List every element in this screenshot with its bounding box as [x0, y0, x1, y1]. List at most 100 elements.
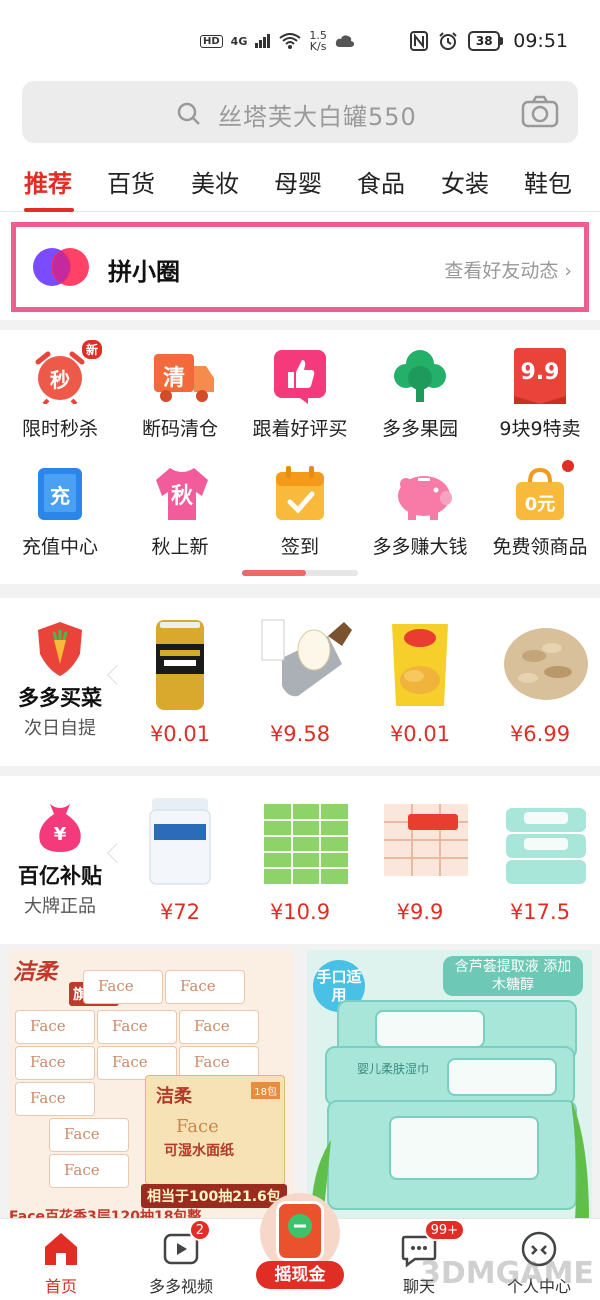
alarm-icon	[439, 32, 457, 50]
money-bag-icon: ¥	[39, 804, 81, 852]
tab-mother-baby[interactable]: 母婴	[274, 164, 322, 199]
tab-womens-clothing[interactable]: 女装	[441, 164, 489, 199]
grid-item-label: 多多果园	[381, 418, 458, 440]
tab-beauty[interactable]: 美妆	[191, 164, 239, 199]
svg-text:¥: ¥	[54, 824, 67, 845]
product-price: ¥9.58	[269, 722, 331, 746]
product-card[interactable]: ¥17.5	[480, 794, 600, 924]
tab-recommend[interactable]: 推荐	[24, 164, 72, 199]
carrot-shield-icon	[38, 622, 82, 676]
product-card[interactable]: ¥9.58	[240, 616, 360, 746]
grid-item-label: 多多赚大钱	[372, 536, 468, 558]
thumbs-up-icon	[274, 350, 326, 404]
network-indicator: 4G	[230, 34, 248, 48]
grid-item-clearance[interactable]: 清 断码清仓	[120, 348, 240, 441]
product-card[interactable]: ¥72	[120, 794, 240, 924]
grocery-header[interactable]: 多多买菜 次日自提	[0, 598, 120, 766]
banner-headline: 含芦荟提取液 添加木糖醇	[443, 956, 583, 996]
baby-wipes-image	[506, 808, 586, 884]
grocery-section[interactable]: 多多买菜 次日自提 ¥0.01 ¥9.58 ¥0.01 ¥6.99	[0, 598, 600, 766]
grid-item-follow-reviews[interactable]: 跟着好评买	[240, 348, 360, 441]
chat-bubble-icon	[288, 1214, 312, 1238]
network-speed: 1.5 K/s	[309, 29, 327, 53]
search-bar: 丝塔芙大白罐550	[0, 76, 600, 150]
dried-shrimp-image	[504, 628, 588, 700]
energy-drink-can-image	[156, 620, 204, 710]
potato-chips-bag-image	[392, 624, 448, 706]
home-icon	[45, 1233, 77, 1265]
grid-item-label: 9块9特卖	[499, 418, 581, 440]
grid-item-earn-money[interactable]: 多多赚大钱	[360, 466, 480, 559]
tab-general-goods[interactable]: 百货	[107, 164, 155, 199]
tissue-pack: Face	[49, 1118, 129, 1152]
product-card[interactable]: ¥6.99	[480, 616, 600, 746]
grid-page-indicator	[242, 570, 358, 576]
tissue-pack: Face	[165, 970, 245, 1004]
face-tissue-pack-image	[382, 804, 470, 888]
tab-shoes-bags[interactable]: 鞋包	[524, 164, 572, 199]
grid-item-label: 秋上新	[151, 536, 209, 558]
tissue-box: 洁柔 18包 Face 可湿水面纸	[145, 1075, 285, 1185]
nav-home[interactable]: 首页	[6, 1229, 116, 1297]
grid-item-label: 签到	[280, 536, 319, 558]
aloe-leaf-icon	[571, 1100, 589, 1220]
tissue-pack: Face	[179, 1010, 259, 1044]
quick-entry-grid: 秒 新 限时秒杀 清 断码清仓 跟着好评买 多多果园 9.9 9块9特卖 充 充…	[0, 330, 600, 584]
tissue-pack: Face	[15, 1046, 95, 1080]
wipes-promo-banner[interactable]: 手口适用 含芦荟提取液 添加木糖醇 婴儿柔肤湿巾	[307, 950, 592, 1220]
product-card[interactable]: ¥0.01	[360, 616, 480, 746]
grid-item-autumn-new[interactable]: 秋 秋上新	[120, 466, 240, 559]
clock: 09:51	[513, 30, 568, 52]
tissue-promo-banner[interactable]: 洁柔 旗舰店 Face Face Face Face Face Face Fac…	[9, 950, 294, 1220]
nav-video[interactable]: 2 多多视频	[126, 1219, 236, 1297]
nav-shake-cash-button[interactable]: 摇现金	[256, 1193, 344, 1289]
product-card[interactable]: ¥0.01	[120, 616, 240, 746]
grid-item-top-up[interactable]: 充 充值中心	[0, 466, 120, 559]
grid-item-label: 跟着好评买	[252, 418, 348, 440]
product-price: ¥0.01	[389, 722, 451, 746]
product-price: ¥72	[159, 900, 201, 924]
tissue-pack-image	[264, 804, 348, 884]
wifi-icon	[279, 33, 301, 49]
grid-item-label: 断码清仓	[141, 418, 218, 440]
tree-icon	[394, 350, 446, 402]
friend-circle-title: 拼小圈	[108, 258, 180, 286]
grid-item-label: 限时秒杀	[21, 418, 98, 440]
view-friend-activity-link[interactable]: 查看好友动态 ›	[444, 256, 572, 283]
friend-circle-logo-icon	[33, 248, 89, 286]
grid-item-label: 免费领商品	[492, 536, 588, 558]
tissue-pack: Face	[83, 970, 163, 1004]
cetaphil-cream-image	[149, 798, 211, 885]
grid-item-free-goods[interactable]: 0元 免费领商品	[480, 460, 600, 559]
grid-item-check-in[interactable]: 签到	[240, 466, 360, 559]
cloud-icon	[335, 35, 355, 47]
battery-indicator: 38	[468, 31, 504, 51]
site-watermark: 3DMGAME	[420, 1256, 594, 1291]
grid-item-orchard[interactable]: 多多果园	[360, 348, 480, 441]
product-price: ¥9.9	[396, 900, 444, 924]
search-icon	[177, 102, 200, 125]
grid-item-flash-sale[interactable]: 秒 新 限时秒杀	[0, 338, 120, 441]
hd-indicator: HD	[200, 34, 223, 48]
piggy-bank-icon	[398, 476, 452, 520]
friend-circle-card: 拼小圈 查看好友动态 ›	[0, 212, 600, 320]
product-card[interactable]: ¥9.9	[360, 794, 480, 924]
signal-icon	[255, 34, 271, 48]
subsidy-section[interactable]: ¥ 百亿补贴 大牌正品 ¥72 ¥10.9 ¥9.9 ¥17.5	[0, 776, 600, 944]
category-tabs: 推荐 百货 美妆 母婴 食品 女装 鞋包	[0, 150, 600, 212]
subsidy-header[interactable]: ¥ 百亿补贴 大牌正品	[0, 776, 120, 944]
product-price: ¥10.9	[269, 900, 331, 924]
status-bar: HD 4G 1.5 K/s 38 09:51	[0, 0, 600, 76]
search-input[interactable]: 丝塔芙大白罐550	[22, 81, 578, 143]
camera-icon[interactable]	[520, 95, 560, 129]
product-price: ¥17.5	[509, 900, 571, 924]
wipes-pack	[327, 1100, 577, 1210]
product-price: ¥0.01	[149, 722, 211, 746]
grid-item-9-9-sale[interactable]: 9.9 9块9特卖	[480, 348, 600, 441]
grocery-subtitle: 次日自提	[24, 718, 96, 739]
nfc-icon	[410, 31, 429, 51]
tab-food[interactable]: 食品	[357, 164, 405, 199]
product-card[interactable]: ¥10.9	[240, 794, 360, 924]
new-badge: 新	[79, 338, 104, 361]
friend-circle-entry[interactable]: 拼小圈 查看好友动态 ›	[11, 222, 589, 312]
